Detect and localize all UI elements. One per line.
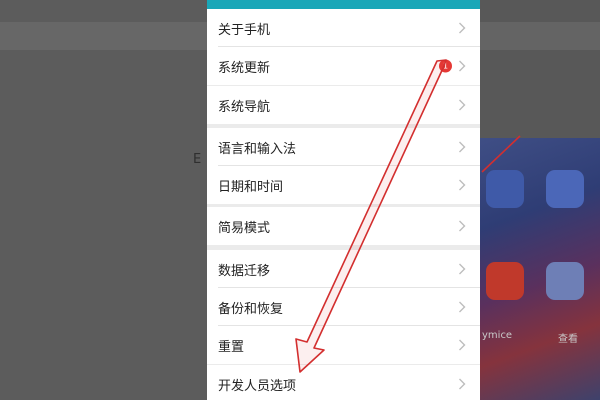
settings-item-about-phone[interactable]: 关于手机 xyxy=(207,9,480,47)
chevron-right-icon xyxy=(454,139,470,155)
settings-group: 语言和输入法 日期和时间 xyxy=(207,128,480,204)
settings-group: 简易模式 xyxy=(207,207,480,245)
notification-badge: 1 xyxy=(439,59,452,73)
app-icon xyxy=(546,170,584,208)
settings-item-developer-options[interactable]: 开发人员选项 xyxy=(207,365,480,400)
settings-item-system-update[interactable]: 系统更新 1 xyxy=(207,47,480,85)
settings-group: 关于手机 系统更新 1 xyxy=(207,9,480,85)
chevron-right-icon xyxy=(454,177,470,193)
app-icon xyxy=(486,262,524,300)
settings-group: 系统导航 xyxy=(207,86,480,124)
settings-item-label: 关于手机 xyxy=(218,22,271,38)
app-label: ymice xyxy=(482,330,513,341)
chevron-right-icon xyxy=(454,376,470,392)
chevron-right-icon xyxy=(454,261,470,277)
app-icon xyxy=(486,170,524,208)
settings-item-label: 简易模式 xyxy=(218,220,271,236)
chevron-right-icon xyxy=(454,97,470,113)
settings-item-reset[interactable]: 重置 xyxy=(207,326,480,364)
settings-item-label: 开发人员选项 xyxy=(218,378,297,394)
chevron-right-icon xyxy=(454,58,470,74)
settings-item-label: 系统导航 xyxy=(218,99,271,115)
settings-item-simple-mode[interactable]: 简易模式 xyxy=(207,207,480,245)
settings-panel: 关于手机 系统更新 1 系统导航 语言和输入法 日期和时间 简易模式 数据迁移 … xyxy=(207,0,480,400)
background-text-fragment: E xyxy=(193,152,202,167)
settings-item-data-migration[interactable]: 数据迁移 xyxy=(207,250,480,288)
settings-group: 数据迁移 备份和恢复 重置 xyxy=(207,250,480,364)
settings-group: 开发人员选项 xyxy=(207,365,480,400)
settings-item-label: 重置 xyxy=(218,339,245,355)
chevron-right-icon xyxy=(454,20,470,36)
background-header-band xyxy=(0,22,207,50)
settings-item-label: 语言和输入法 xyxy=(218,141,297,157)
background-header-band-right xyxy=(480,22,600,50)
chevron-right-icon xyxy=(454,337,470,353)
settings-item-date-time[interactable]: 日期和时间 xyxy=(207,166,480,204)
settings-item-label: 日期和时间 xyxy=(218,179,284,195)
chevron-right-icon xyxy=(454,299,470,315)
app-icon xyxy=(546,262,584,300)
panel-header-strip xyxy=(207,0,480,9)
settings-item-label: 系统更新 xyxy=(218,60,271,76)
settings-item-system-navigation[interactable]: 系统导航 xyxy=(207,86,480,124)
settings-item-label: 数据迁移 xyxy=(218,263,271,279)
app-label: 查看 xyxy=(558,334,578,345)
settings-item-label: 备份和恢复 xyxy=(218,301,284,317)
settings-item-language-input[interactable]: 语言和输入法 xyxy=(207,128,480,166)
background-page-right: ymice 查看 xyxy=(480,0,600,400)
background-page-left: E xyxy=(0,0,207,400)
settings-item-backup-restore[interactable]: 备份和恢复 xyxy=(207,288,480,326)
chevron-right-icon xyxy=(454,218,470,234)
